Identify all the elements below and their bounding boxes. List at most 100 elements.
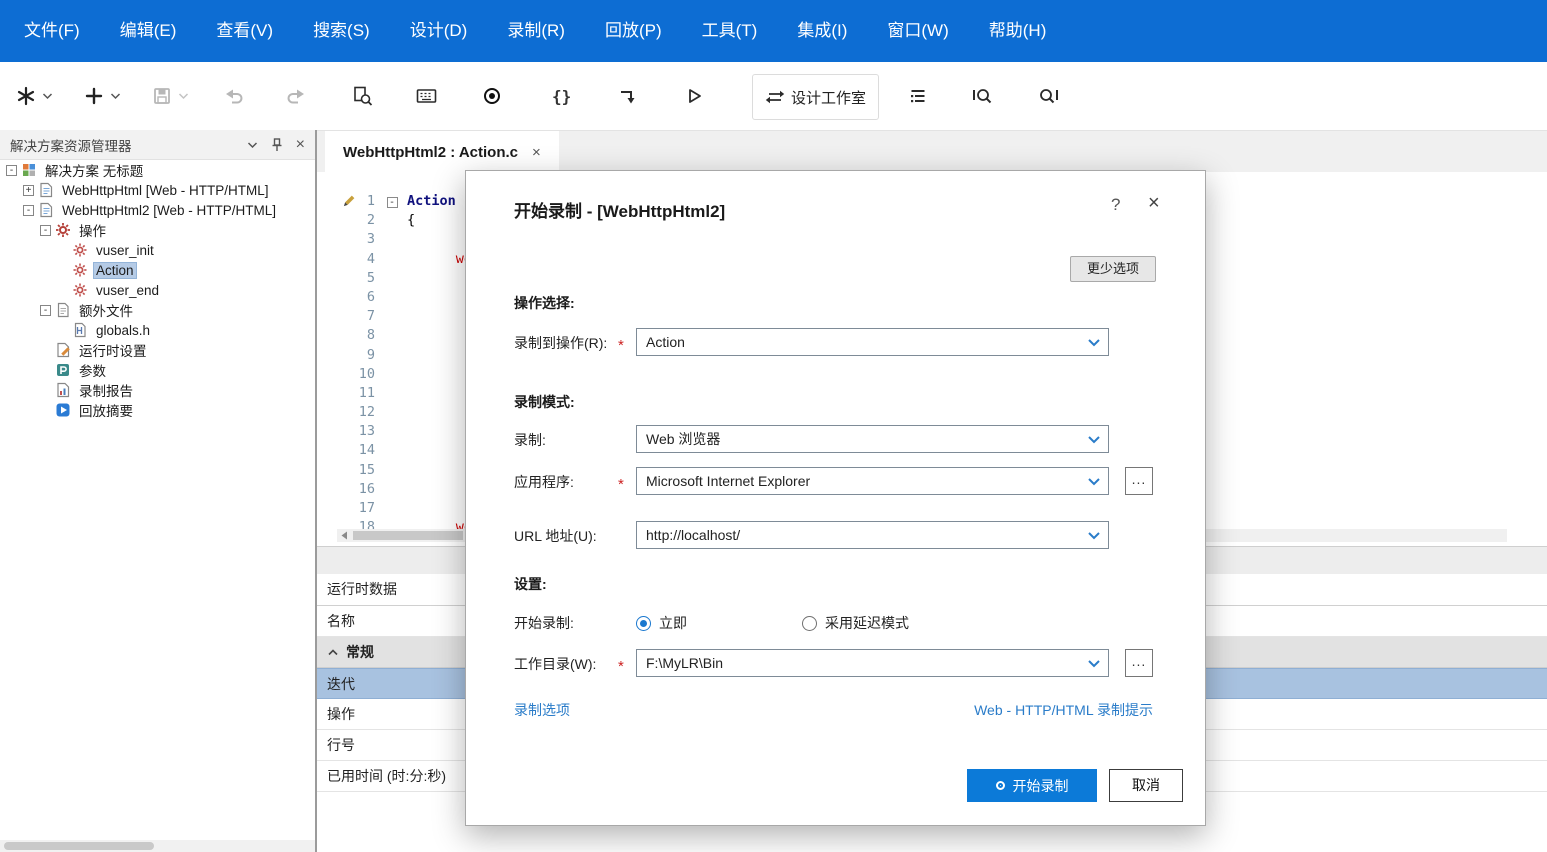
tree-item-extra-files[interactable]: -额外文件 bbox=[0, 300, 315, 320]
tree-item-label: WebHttpHtml2 [Web - HTTP/HTML] bbox=[59, 202, 279, 219]
tab-label: WebHttpHtml2 : Action.c bbox=[343, 144, 518, 161]
menu-record[interactable]: 录制(R) bbox=[487, 0, 585, 62]
panel-menu-chevron-icon[interactable] bbox=[247, 141, 258, 149]
menu-edit[interactable]: 编辑(E) bbox=[100, 0, 197, 62]
chevron-down-icon[interactable] bbox=[42, 92, 53, 100]
chevron-up-icon[interactable] bbox=[327, 648, 339, 656]
fold-spacer bbox=[383, 461, 401, 480]
code-text bbox=[401, 461, 407, 480]
chevron-down-icon[interactable] bbox=[178, 92, 189, 100]
tree-item-actions[interactable]: -操作 bbox=[0, 220, 315, 240]
tree-expand-icon[interactable]: + bbox=[23, 185, 34, 196]
tree-collapse-icon[interactable]: - bbox=[23, 205, 34, 216]
tree-collapse-icon[interactable]: - bbox=[6, 165, 17, 176]
menu-replay[interactable]: 回放(P) bbox=[585, 0, 682, 62]
action-file-icon bbox=[72, 282, 88, 298]
help-icon[interactable]: ? bbox=[1111, 195, 1120, 215]
line-number: 11 bbox=[317, 384, 383, 403]
record-icon bbox=[996, 781, 1005, 790]
search-backward-button[interactable] bbox=[972, 74, 993, 118]
fold-spacer bbox=[383, 441, 401, 460]
snapshot-button[interactable] bbox=[416, 74, 437, 118]
chevron-down-icon[interactable] bbox=[1081, 330, 1107, 354]
working-directory-select[interactable]: F:\MyLR\Bin bbox=[636, 649, 1109, 677]
menu-search[interactable]: 搜索(S) bbox=[293, 0, 390, 62]
close-icon[interactable]: × bbox=[296, 137, 305, 153]
tree-item-globals-h[interactable]: globals.h bbox=[0, 320, 315, 340]
application-label: 应用程序: bbox=[514, 467, 574, 497]
chevron-down-icon[interactable] bbox=[1081, 427, 1107, 451]
start-recording-button[interactable]: 开始录制 bbox=[967, 769, 1097, 802]
tree-item-vuser-init[interactable]: vuser_init bbox=[0, 240, 315, 260]
tree-collapse-icon[interactable]: - bbox=[40, 225, 51, 236]
run-button[interactable] bbox=[684, 74, 704, 118]
scrollbar-thumb[interactable] bbox=[4, 842, 154, 850]
application-value: Microsoft Internet Explorer bbox=[646, 473, 810, 489]
tab-action-c[interactable]: WebHttpHtml2 : Action.c × bbox=[325, 131, 559, 173]
menu-tools[interactable]: 工具(T) bbox=[682, 0, 778, 62]
tree-item-action[interactable]: Action bbox=[0, 260, 315, 280]
add-button[interactable] bbox=[84, 74, 121, 118]
tree-item-recording-report[interactable]: 录制报告 bbox=[0, 380, 315, 400]
menu-design[interactable]: 设计(D) bbox=[390, 0, 488, 62]
close-icon[interactable]: × bbox=[1148, 192, 1160, 215]
swap-icon bbox=[765, 87, 785, 107]
menu-integration[interactable]: 集成(I) bbox=[777, 0, 867, 62]
step-button[interactable] bbox=[618, 74, 638, 118]
tree-item-label: 录制报告 bbox=[76, 379, 136, 401]
radio-immediately[interactable]: 立即 bbox=[636, 608, 687, 638]
code-text bbox=[401, 384, 407, 403]
menu-window[interactable]: 窗口(W) bbox=[867, 0, 968, 62]
tree-item-webhttphtml2[interactable]: - WebHttpHtml2 [Web - HTTP/HTML] bbox=[0, 200, 315, 220]
tree-item-vuser-end[interactable]: vuser_end bbox=[0, 280, 315, 300]
fewer-options-button[interactable]: 更少选项 bbox=[1070, 256, 1156, 282]
tab-close-icon[interactable]: × bbox=[532, 144, 541, 161]
recording-options-link[interactable]: 录制选项 bbox=[514, 700, 570, 720]
record-mode-value: Web 浏览器 bbox=[646, 431, 720, 447]
new-script-button[interactable] bbox=[16, 74, 53, 118]
tree-item-runtime-settings[interactable]: 运行时设置 bbox=[0, 340, 315, 360]
save-button[interactable] bbox=[152, 74, 189, 118]
menu-help[interactable]: 帮助(H) bbox=[969, 0, 1067, 62]
cancel-button[interactable]: 取消 bbox=[1109, 769, 1183, 802]
url-select[interactable]: http://localhost/ bbox=[636, 521, 1109, 549]
working-directory-browse-button[interactable]: ... bbox=[1125, 649, 1153, 677]
scroll-left-arrow-icon[interactable] bbox=[337, 529, 351, 542]
save-icon bbox=[152, 86, 172, 106]
page-search-button[interactable] bbox=[352, 74, 373, 118]
chevron-down-icon[interactable] bbox=[1081, 469, 1107, 493]
design-studio-button[interactable]: 设计工作室 bbox=[752, 74, 879, 120]
tree-item-webhttphtml[interactable]: +WebHttpHtml [Web - HTTP/HTML] bbox=[0, 180, 315, 200]
menu-view[interactable]: 查看(V) bbox=[196, 0, 293, 62]
tasks-button[interactable] bbox=[908, 74, 928, 118]
required-asterisk: * bbox=[618, 470, 624, 500]
tree-collapse-icon[interactable]: - bbox=[40, 305, 51, 316]
application-browse-button[interactable]: ... bbox=[1125, 467, 1153, 495]
chevron-down-icon[interactable] bbox=[1081, 523, 1107, 547]
pin-icon[interactable] bbox=[271, 138, 283, 152]
undo-button[interactable] bbox=[224, 74, 244, 118]
record-mode-select[interactable]: Web 浏览器 bbox=[636, 425, 1109, 453]
braces-button[interactable]: {} bbox=[552, 74, 571, 118]
tree-item-parameters[interactable]: 参数 bbox=[0, 360, 315, 380]
redo-button[interactable] bbox=[286, 74, 306, 118]
solution-tree: -解决方案 无标题+WebHttpHtml [Web - HTTP/HTML]-… bbox=[0, 160, 315, 838]
fold-collapse-icon[interactable]: - bbox=[383, 192, 401, 211]
record-button[interactable] bbox=[482, 74, 502, 118]
runtime-row-label: 操作 bbox=[327, 699, 355, 729]
vugen-window: 文件(F)编辑(E)查看(V)搜索(S)设计(D)录制(R)回放(P)工具(T)… bbox=[0, 0, 1547, 852]
recording-tips-link[interactable]: Web - HTTP/HTML 录制提示 bbox=[974, 700, 1153, 720]
radio-delayed-mode[interactable]: 采用延迟模式 bbox=[802, 608, 909, 638]
tree-item-replay-summary[interactable]: 回放摘要 bbox=[0, 400, 315, 420]
chevron-down-icon[interactable] bbox=[1081, 651, 1107, 675]
application-select[interactable]: Microsoft Internet Explorer bbox=[636, 467, 1109, 495]
tree-item-solution[interactable]: -解决方案 无标题 bbox=[0, 160, 315, 180]
search-forward-button[interactable] bbox=[1038, 74, 1059, 118]
left-panel-hscrollbar[interactable] bbox=[0, 840, 315, 852]
chevron-down-icon[interactable] bbox=[110, 92, 121, 100]
scrollbar-thumb[interactable] bbox=[353, 531, 463, 540]
fold-spacer bbox=[383, 211, 401, 230]
record-to-action-select[interactable]: Action bbox=[636, 328, 1109, 356]
fold-spacer bbox=[383, 346, 401, 365]
menu-file[interactable]: 文件(F) bbox=[4, 0, 100, 62]
